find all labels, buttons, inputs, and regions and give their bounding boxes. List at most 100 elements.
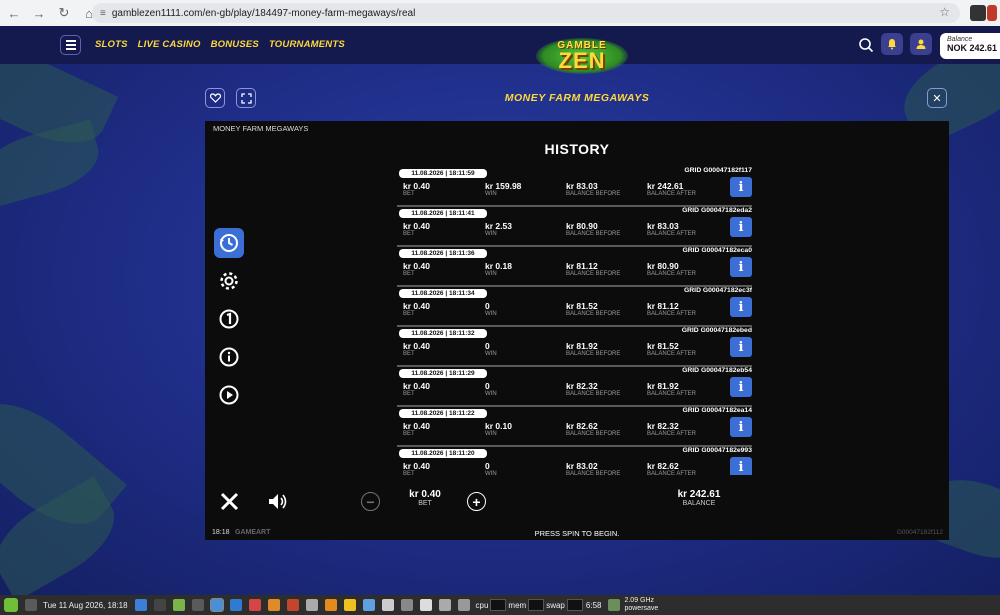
close-game-button[interactable]: ✕ xyxy=(927,88,947,108)
reload-icon[interactable]: ↻ xyxy=(53,2,75,24)
nav-tournaments[interactable]: TOURNAMENTS xyxy=(269,39,345,50)
start-menu-icon[interactable] xyxy=(4,598,18,612)
bluetooth-icon[interactable] xyxy=(400,599,413,611)
history-cell-win: kr 2.53 WIN xyxy=(485,221,512,237)
editor-icon[interactable] xyxy=(191,599,204,611)
history-cell-after: kr 81.12 BALANCE AFTER xyxy=(647,301,696,317)
cpu-governor: powersave xyxy=(624,605,659,612)
history-cell-after: kr 82.32 BALANCE AFTER xyxy=(647,421,696,437)
round-grid-id: GRID G00047182f117 xyxy=(684,167,752,174)
win-value: kr 0.10 xyxy=(485,421,512,431)
game-balance-value: kr 242.61 xyxy=(677,489,721,500)
chrome-icon[interactable] xyxy=(209,598,224,612)
nav-live-casino[interactable]: LIVE CASINO xyxy=(138,39,201,50)
app-icon[interactable] xyxy=(324,599,337,611)
extension-icon[interactable] xyxy=(970,5,986,21)
site-info-icon[interactable]: ≡ xyxy=(100,8,106,19)
shield-extension-icon[interactable] xyxy=(987,5,997,21)
history-cell-win: 0 WIN xyxy=(485,461,497,475)
show-desktop-icon[interactable] xyxy=(25,599,37,611)
bookmark-star-icon[interactable]: ☆ xyxy=(939,5,950,19)
win-label: WIN xyxy=(485,431,497,437)
history-list[interactable]: 11.08.2026 | 18:11:59 GRID G00047182f117 k… xyxy=(397,167,752,475)
settings-menu-button[interactable] xyxy=(214,266,244,296)
before-label: BALANCE BEFORE xyxy=(566,271,621,277)
bell-icon xyxy=(888,39,896,50)
app-icon[interactable] xyxy=(267,599,280,611)
game-balance-label: BALANCE xyxy=(682,500,716,507)
game-footer: 18:18 GAMEART PRESS SPIN TO BEGIN. G0004… xyxy=(205,527,949,540)
terminal-icon[interactable] xyxy=(153,599,166,611)
game-name-tag: MONEY FARM MEGAWAYS xyxy=(213,124,309,133)
history-cell-after: kr 81.92 BALANCE AFTER xyxy=(647,381,696,397)
notifications-button[interactable] xyxy=(881,33,903,55)
history-cell-before: kr 80.90 BALANCE BEFORE xyxy=(566,221,620,237)
address-bar[interactable]: ≡ gamblezen1111.com/en-gb/play/184497-mo… xyxy=(92,3,960,23)
round-details-button[interactable]: i xyxy=(730,177,752,197)
nav-slots[interactable]: SLOTS xyxy=(95,39,128,50)
info-menu-button[interactable] xyxy=(214,342,244,372)
autoplay-menu-button[interactable] xyxy=(214,380,244,410)
win-label: WIN xyxy=(485,191,497,197)
history-cell-win: 0 WIN xyxy=(485,341,497,357)
notification-bell-icon[interactable] xyxy=(381,599,394,611)
files-icon[interactable] xyxy=(172,599,185,611)
back-icon[interactable]: ← xyxy=(3,2,25,24)
site-header: SLOTS LIVE CASINO BONUSES TOURNAMENTS Ba… xyxy=(0,26,1000,64)
round-details-button[interactable]: i xyxy=(730,217,752,237)
history-cell-bet: kr 0.40 BET xyxy=(403,181,430,197)
shield-tray-icon[interactable] xyxy=(419,599,432,611)
bet-label: BET xyxy=(403,311,415,317)
bet-decrease-button[interactable]: − xyxy=(361,492,380,511)
browser-icon[interactable] xyxy=(134,599,147,611)
side-menu xyxy=(214,228,246,418)
round-details-button[interactable]: i xyxy=(730,337,752,357)
round-details-button[interactable]: i xyxy=(730,297,752,317)
taskbar-datetime[interactable]: Tue 11 Aug 2026, 18:18 xyxy=(43,601,128,610)
balance-value: NOK 242.61 xyxy=(947,43,998,53)
balance-display[interactable]: Balance NOK 242.61 xyxy=(940,33,1000,59)
network-icon[interactable] xyxy=(438,599,451,611)
round-details-button[interactable]: i xyxy=(730,257,752,277)
close-x-icon[interactable] xyxy=(219,491,240,512)
account-button[interactable] xyxy=(910,33,932,55)
history-row: 11.08.2026 | 18:11:41 GRID G00047182eda2 k… xyxy=(397,207,752,247)
bet-increase-button[interactable]: + xyxy=(467,492,486,511)
round-grid-id: GRID G00047182eca0 xyxy=(682,247,752,254)
round-details-button[interactable]: i xyxy=(730,377,752,397)
app-icon[interactable] xyxy=(229,599,242,611)
bet-value: kr 0.40 xyxy=(403,261,430,271)
app-icon[interactable] xyxy=(248,599,261,611)
logo-text-main: ZEN xyxy=(558,47,606,73)
app-icon[interactable] xyxy=(305,599,318,611)
paytable-menu-button[interactable] xyxy=(214,304,244,334)
round-details-button[interactable]: i xyxy=(730,457,752,475)
history-cell-after: kr 80.90 BALANCE AFTER xyxy=(647,261,696,277)
before-label: BALANCE BEFORE xyxy=(566,431,621,437)
history-menu-button[interactable] xyxy=(214,228,244,258)
cpu-freq-icon[interactable] xyxy=(608,599,621,611)
history-cell-bet: kr 0.40 BET xyxy=(403,301,430,317)
app-icon[interactable] xyxy=(286,599,299,611)
app-icon[interactable] xyxy=(362,599,375,611)
nav-bonuses[interactable]: BONUSES xyxy=(211,39,259,50)
app-icon[interactable] xyxy=(343,599,356,611)
history-cell-before: kr 82.32 BALANCE BEFORE xyxy=(566,381,620,397)
swap-graph xyxy=(566,599,583,611)
history-cell-before: kr 83.02 BALANCE BEFORE xyxy=(566,461,620,475)
hamburger-menu-button[interactable] xyxy=(60,35,81,55)
display-icon[interactable] xyxy=(457,599,470,611)
search-icon[interactable] xyxy=(858,37,874,53)
gamblezen-logo[interactable]: GAMBLE ZEN xyxy=(536,32,628,78)
round-timestamp: 11.08.2026 | 18:11:22 xyxy=(399,409,487,418)
forward-icon[interactable]: → xyxy=(28,2,50,24)
browser-toolbar: ← → ↻ ⌂ ≡ gamblezen1111.com/en-gb/play/1… xyxy=(0,0,1000,26)
bet-value: kr 0.40 xyxy=(409,489,441,500)
cpu-graph xyxy=(490,599,507,611)
before-value: kr 83.03 xyxy=(566,181,598,191)
round-details-button[interactable]: i xyxy=(730,417,752,437)
sound-icon[interactable] xyxy=(267,491,288,512)
palm-leaf-decoration xyxy=(0,119,106,209)
after-label: BALANCE AFTER xyxy=(647,471,697,475)
win-label: WIN xyxy=(485,231,497,237)
